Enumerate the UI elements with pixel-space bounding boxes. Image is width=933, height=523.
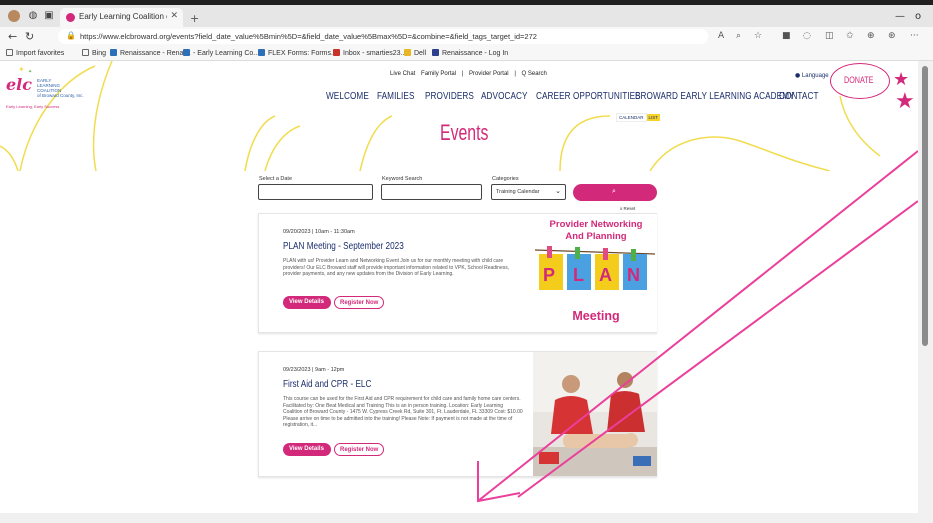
tab-title: Early Learning Coalition of Browar — [79, 12, 167, 21]
lock-icon: 🔒 — [66, 31, 76, 40]
profile-avatar-icon[interactable] — [8, 10, 20, 22]
zoom-icon[interactable]: ⌕ — [736, 31, 741, 41]
refresh-icon[interactable]: ↻ — [25, 30, 34, 43]
favorite-label: Import favorites — [16, 50, 65, 57]
annotation-arrows — [477, 150, 918, 503]
tab-actions-icon[interactable]: ▣ — [43, 10, 55, 22]
favorites-bar: Import favorites Bing Renaissance - Rena… — [0, 46, 933, 61]
bing-icon — [82, 49, 89, 56]
folder-icon — [404, 49, 411, 56]
close-tab-icon[interactable]: ✕ — [170, 11, 178, 21]
favorite-label: Bing — [92, 50, 107, 57]
favorite-label: - Early Learning Co... — [193, 50, 260, 57]
favorite-star-icon[interactable]: ☆ — [754, 31, 762, 41]
favorite-bing[interactable]: Bing — [82, 49, 106, 57]
workspaces-icon[interactable]: ◍ — [27, 10, 39, 22]
favorite-renaissance-login[interactable]: Renaissance - Log In — [432, 49, 508, 57]
url-field[interactable]: 🔒 https://www.elcbroward.org/events?fiel… — [58, 29, 708, 44]
sync-icon[interactable]: ◌ — [803, 31, 811, 41]
web-page: elc EARLY LEARNING COALITION of Broward … — [0, 61, 918, 513]
page-icon — [183, 49, 190, 56]
read-aloud-icon[interactable]: A — [718, 31, 724, 41]
window-more-icon[interactable]: o — [915, 11, 921, 22]
favorite-import[interactable]: Import favorites — [6, 49, 64, 57]
address-bar-row: ← ↻ 🔒 https://www.elcbroward.org/events?… — [0, 27, 933, 46]
import-icon — [6, 49, 13, 56]
tab-bar: ◍ ▣ Early Learning Coalition of Browar ✕… — [0, 5, 933, 27]
favorite-flex-forms[interactable]: FLEX Forms: Forms... — [258, 49, 337, 57]
browser-tab-active[interactable]: Early Learning Coalition of Browar ✕ — [60, 8, 183, 27]
favorite-inbox[interactable]: Inbox - smarties23... — [333, 49, 406, 57]
elc-favicon-icon — [66, 13, 75, 22]
extension-icon[interactable]: ■ — [782, 31, 791, 41]
settings-more-icon[interactable]: ··· — [910, 31, 919, 41]
forms-icon — [258, 49, 265, 56]
renaissance-icon — [110, 49, 117, 56]
favorite-label: FLEX Forms: Forms... — [268, 50, 337, 57]
favorites-icon[interactable]: ✩ — [846, 31, 854, 41]
url-text: https://www.elcbroward.org/events?field_… — [80, 32, 537, 41]
favorite-early-learning[interactable]: - Early Learning Co... — [183, 49, 259, 57]
gmail-icon — [333, 49, 340, 56]
favorite-label: Dell — [414, 50, 427, 57]
back-arrow-icon[interactable]: ← — [8, 30, 17, 43]
favorite-renaissance[interactable]: Renaissance - Renai... — [110, 49, 191, 57]
bottom-bar — [0, 513, 918, 523]
scrollbar-thumb[interactable] — [922, 66, 928, 346]
favorite-dell[interactable]: Dell — [404, 49, 426, 57]
copilot-icon[interactable]: ⊛ — [888, 31, 896, 41]
favorite-label: Renaissance - Renai... — [120, 50, 191, 57]
new-tab-icon[interactable]: + — [190, 12, 199, 25]
favorite-label: Renaissance - Log In — [442, 50, 509, 57]
minimize-window-icon[interactable]: — — [895, 11, 905, 22]
renaissance-icon — [432, 49, 439, 56]
favorite-label: Inbox - smarties23... — [343, 50, 407, 57]
split-screen-icon[interactable]: ◫ — [825, 31, 834, 41]
collections-icon[interactable]: ⊕ — [867, 31, 875, 41]
